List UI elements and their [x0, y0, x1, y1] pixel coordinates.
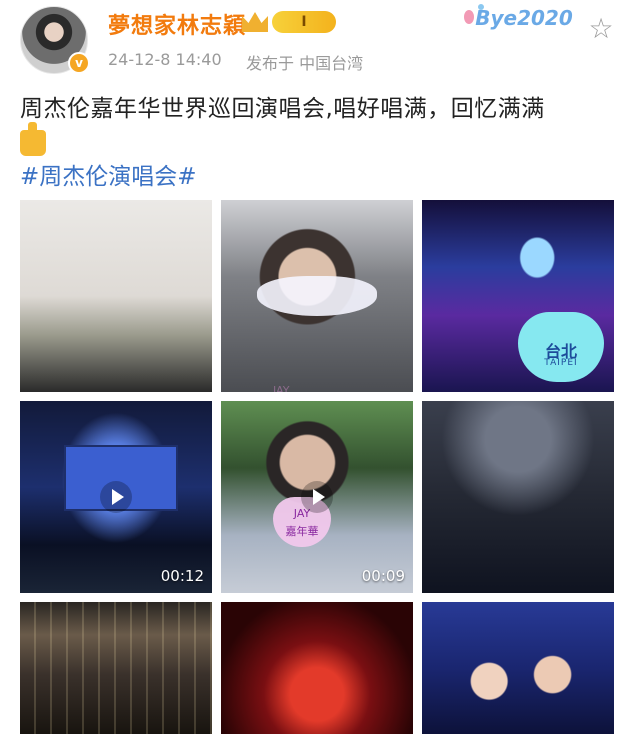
lightstick [257, 276, 377, 316]
thumbs-up-icon [20, 122, 46, 156]
media-photo-3[interactable]: 台北 TAIPEI [422, 200, 614, 392]
post-timestamp: 24-12-8 14:40 [108, 50, 222, 69]
hashtag-link[interactable]: #周杰伦演唱会# [20, 162, 197, 192]
play-icon[interactable] [100, 481, 132, 513]
media-video-1[interactable]: 00:12 [20, 401, 212, 593]
sticker-dot [478, 4, 484, 10]
decorative-sticker: Bye2020 [460, 0, 588, 40]
media-photo-4[interactable] [422, 401, 614, 593]
media-photo-6[interactable] [221, 602, 413, 734]
post-location: 发布于 中国台湾 [246, 54, 364, 73]
vip-level-tag: I [272, 11, 336, 33]
media-photo-5[interactable] [20, 602, 212, 734]
post-header: v 夢想家林志穎 I 24-12-8 14:40 发布于 中国台湾 Bye202… [0, 0, 636, 82]
media-photo-1[interactable] [20, 200, 212, 392]
vip-badge[interactable]: I [242, 10, 338, 34]
heart-sublabel: TAIPEI [544, 358, 578, 368]
video-duration: 00:09 [361, 567, 405, 585]
sticker-text: Bye2020 [475, 6, 573, 30]
media-grid: JAY 台北 TAIPEI 00:12 JAY 嘉年華 00:09 [20, 200, 616, 734]
media-video-2[interactable]: JAY 嘉年華 00:09 [221, 401, 413, 593]
stage-lights [20, 602, 212, 734]
verified-badge: v [68, 52, 90, 74]
post-text: 周杰伦嘉年华世界巡回演唱会,唱好唱满，回忆满满 [20, 96, 545, 122]
star-icon[interactable]: ☆ [586, 14, 616, 44]
crown-icon [242, 12, 268, 32]
play-icon[interactable] [301, 481, 333, 513]
media-photo-2[interactable]: JAY [221, 200, 413, 392]
username[interactable]: 夢想家林志穎 [108, 8, 246, 40]
video-duration: 00:12 [160, 567, 204, 585]
media-photo-7[interactable] [422, 602, 614, 734]
lightstick-label: JAY [273, 384, 290, 392]
sticker-dot [464, 10, 474, 24]
lightstick-sublabel: 嘉年華 [285, 525, 319, 538]
